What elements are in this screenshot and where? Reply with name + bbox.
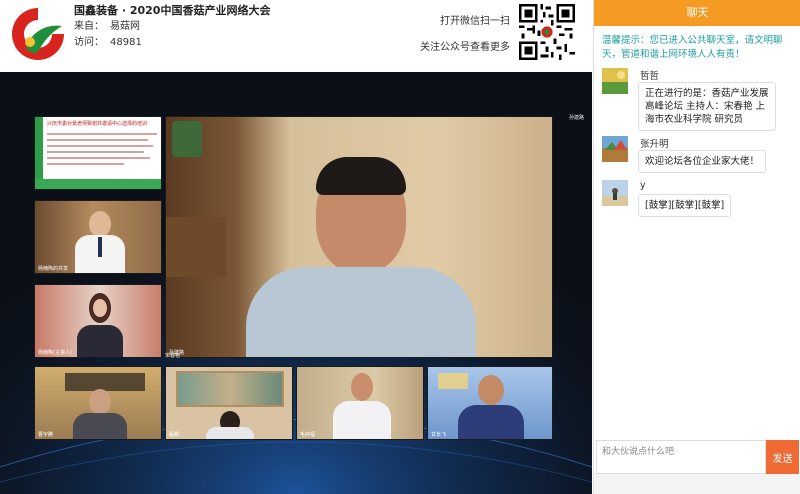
chat-message: y [鼓掌][鼓掌][鼓掌] (602, 180, 797, 220)
video-tile-shared-slide[interactable]: 兴庆市委对景老师致谢并邀请中心选择的培训 (34, 116, 162, 190)
visits-value: 48981 (110, 37, 142, 48)
chat-message: 张升明 欢迎论坛各位企业家大佬！ (602, 136, 797, 176)
participant-name: 程颖 (169, 432, 180, 438)
page-header: 国鑫装备 · 2020中国香菇产业网络大会 来自： 易菇网 访问： 48981 打开… (0, 0, 592, 72)
chat-username: 哲哲 (640, 71, 660, 82)
chat-username: y (640, 180, 646, 191)
send-button[interactable]: 发送 (766, 440, 799, 474)
video-tile[interactable]: 程颖 (165, 366, 293, 440)
source-info: 来自： 易菇网 (74, 17, 140, 32)
participant-name: 甘长飞 (431, 432, 447, 438)
chat-panel: 聊天 温馨提示：您已进入公共聊天室，请文明聊天，管道和谐上网环境人人有责！ 哲哲… (593, 0, 800, 494)
chat-footer (594, 474, 800, 494)
chat-bubble: 欢迎论坛各位企业家大佬！ (638, 150, 767, 173)
page-title: 国鑫装备 · 2020中国香菇产业网络大会 (74, 4, 271, 17)
video-tile[interactable]: 曹宇腾 (34, 366, 162, 440)
participant-name: 曹宇腾 (38, 432, 54, 438)
active-speaker-tag: 孙建路 (568, 115, 584, 121)
video-grid: 兴庆市委对景老师致谢并邀请中心选择的培训 杨楠陶的共享 杨楠陶(主讲人) 孙建路… (34, 116, 556, 454)
video-tile[interactable]: 甘长飞 (427, 366, 553, 440)
video-tile[interactable]: 杨楠陶(主讲人) (34, 284, 162, 358)
slide-body-lines (47, 133, 157, 173)
follow-hint: 关注公众号查看更多 (420, 42, 510, 53)
video-tile-main-speaker[interactable]: 孙建路 (165, 116, 553, 358)
participant-name: 毛仲福 (300, 432, 316, 438)
avatar (602, 180, 628, 206)
chat-message: 哲哲 正在进行的是：香菇产业发展高峰论坛 主持人：宋春艳 上海市农业科学院 研究… (602, 68, 797, 131)
participant-name: 杨楠陶的共享 (38, 266, 69, 272)
participant-name: 杨楠陶(主讲人) (38, 350, 72, 356)
chat-input[interactable] (596, 440, 766, 474)
slide-heading: 兴庆市委对景老师致谢并邀请中心选择的培训 (47, 121, 148, 127)
participant-name: 宋春艳 (165, 353, 181, 359)
visits-label: 访问： (74, 37, 104, 48)
chat-input-row: 发送 (594, 440, 800, 474)
chat-notice: 温馨提示：您已进入公共聊天室，请文明聊天，管道和谐上网环境人人有责！ (602, 35, 783, 60)
avatar (602, 136, 628, 162)
avatar (602, 68, 628, 94)
video-tile[interactable]: 杨楠陶的共享 (34, 200, 162, 274)
video-tile[interactable]: 毛仲福 (296, 366, 424, 440)
video-stage: 孙建路 兴庆市委对景老师致谢并邀请中心选择的培训 杨楠陶的共享 杨楠陶(主讲人)… (0, 72, 592, 494)
plant-decor (172, 121, 202, 157)
wechat-scan-hint: 打开微信扫一扫 (440, 16, 510, 27)
chat-header: 聊天 (594, 0, 800, 26)
source-label: 来自： (74, 21, 104, 32)
chat-username: 张升明 (640, 139, 669, 150)
app-root: 国鑫装备 · 2020中国香菇产业网络大会 来自： 易菇网 访问： 48981 打开… (0, 0, 800, 494)
source-value[interactable]: 易菇网 (110, 21, 140, 32)
chat-bubble: 正在进行的是：香菇产业发展高峰论坛 主持人：宋春艳 上海市农业科学院 研究员 (638, 82, 776, 131)
slide-footer-band (35, 179, 161, 189)
qr-code-icon (519, 4, 575, 60)
chat-bubble: [鼓掌][鼓掌][鼓掌] (638, 194, 732, 217)
visit-count: 访问： 48981 (74, 33, 142, 48)
brand-logo (11, 7, 65, 61)
